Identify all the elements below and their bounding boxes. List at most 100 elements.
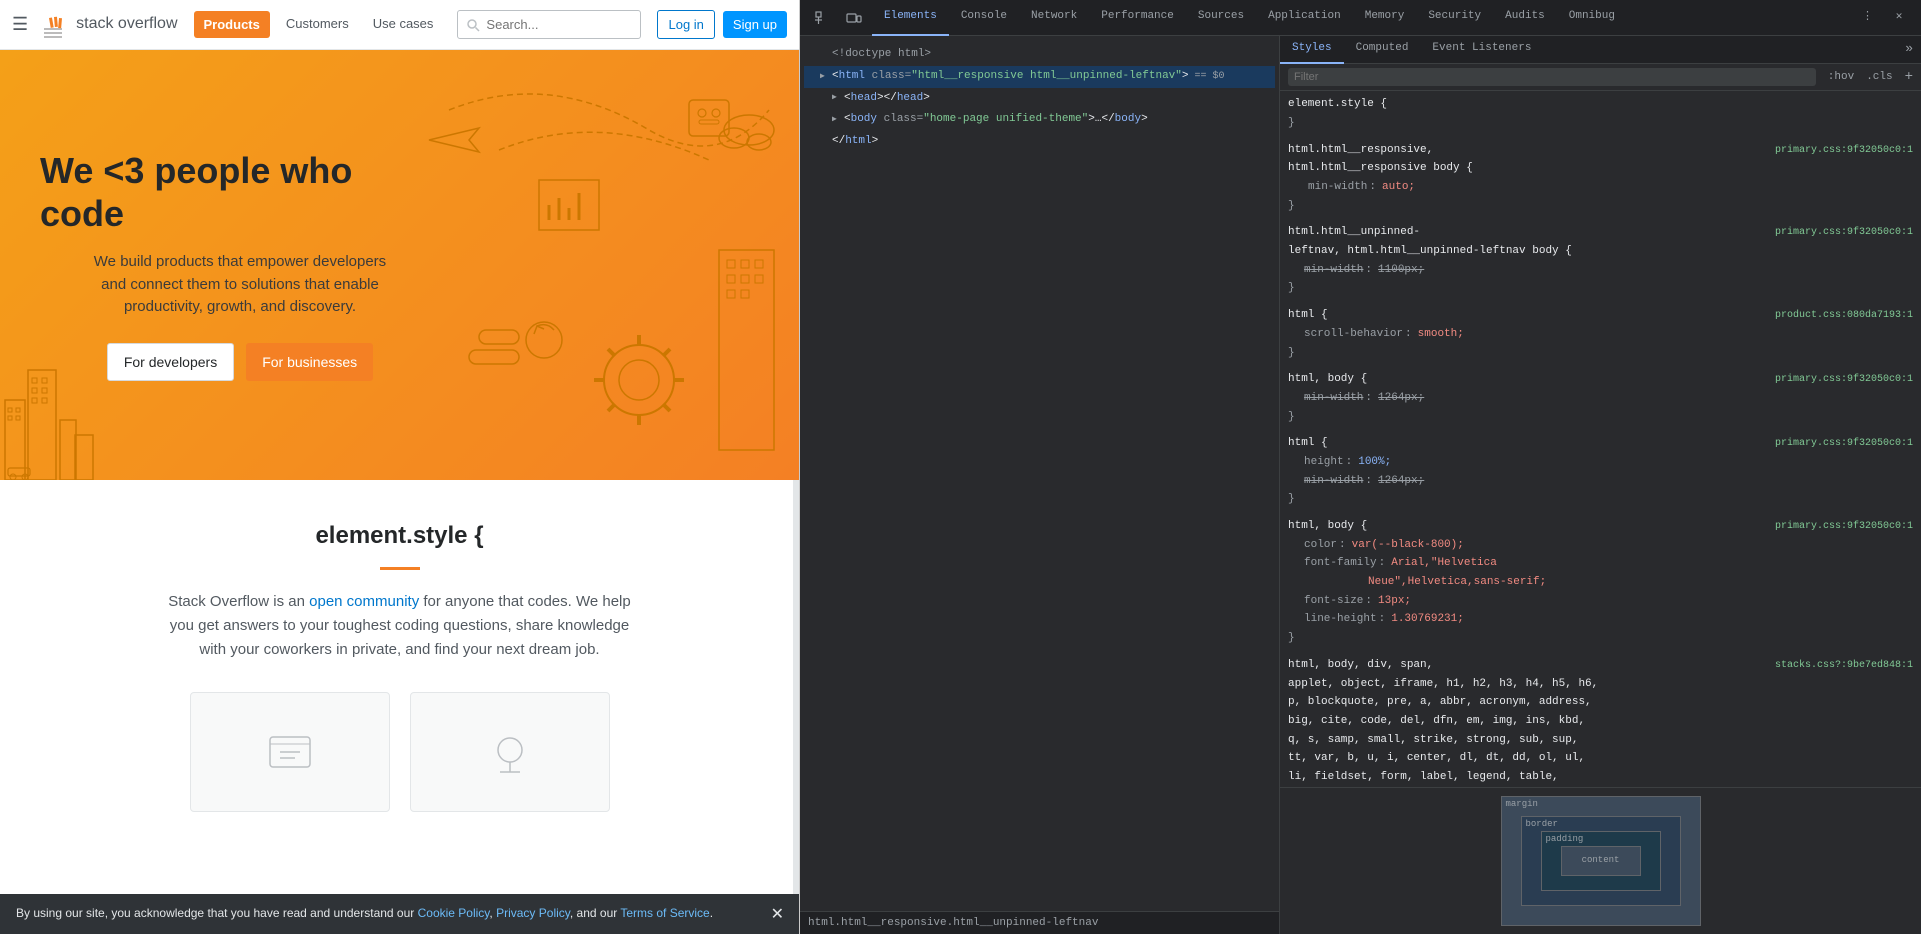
tab-sources[interactable]: Sources: [1186, 0, 1256, 36]
tab-network[interactable]: Network: [1019, 0, 1089, 36]
dom-line-head[interactable]: ▶ <head></head>: [804, 88, 1275, 110]
css-colon-6: :: [1346, 453, 1353, 472]
css-rule-responsive: html.html__responsive, primary.css:9f320…: [1288, 141, 1913, 216]
css-rule-unpinned: html.html__unpinned- primary.css:9f32050…: [1288, 223, 1913, 298]
css-selector-reset-text-6: tt, var, b, u, i, center, dl, dt, dd, ol…: [1288, 749, 1585, 768]
css-file-link-6[interactable]: primary.css:9f32050c0:1: [1775, 435, 1913, 452]
css-colon-3: :: [1365, 261, 1372, 280]
card-1: [190, 692, 390, 812]
main-content: element.style { Stack Overflow is an ope…: [0, 480, 799, 934]
tab-security[interactable]: Security: [1416, 0, 1493, 36]
privacy-policy-link[interactable]: Privacy Policy: [496, 906, 570, 920]
tab-omnibug[interactable]: Omnibug: [1557, 0, 1627, 36]
css-file-link-5[interactable]: primary.css:9f32050c0:1: [1775, 371, 1913, 388]
css-file-link-3[interactable]: primary.css:9f32050c0:1: [1775, 224, 1913, 241]
so-navbar: ☰ stack overflow Products Customers Use …: [0, 0, 799, 50]
cookie-policy-link[interactable]: Cookie Policy: [418, 906, 490, 920]
dom-content: <!doctype html> ▶ <html class="html__res…: [800, 36, 1279, 911]
css-selector-reset-text-2: applet, object, iframe, h1, h2, h3, h4, …: [1288, 675, 1598, 694]
dom-line-html[interactable]: ▶ <html class="html__responsive html__un…: [804, 66, 1275, 88]
css-tab-styles[interactable]: Styles: [1280, 36, 1344, 64]
css-cls-toggle[interactable]: .cls: [1862, 68, 1896, 86]
open-community-link[interactable]: open community: [309, 593, 419, 610]
signup-button[interactable]: Sign up: [723, 11, 787, 38]
css-prop-name-3: min-width: [1304, 261, 1363, 280]
dom-doctype-text: <!doctype html>: [832, 45, 931, 65]
css-tab-computed[interactable]: Computed: [1344, 36, 1421, 64]
dom-selected-indicator: == $0: [1195, 68, 1225, 86]
devtools-content: <!doctype html> ▶ <html class="html__res…: [800, 36, 1921, 934]
css-prop-minwidth-1264b: min-width: [1304, 472, 1363, 491]
cookie-close-button[interactable]: ✕: [771, 904, 784, 924]
css-prop-name: min-width: [1308, 178, 1367, 197]
css-filter-buttons: :hov .cls: [1824, 68, 1897, 86]
so-website-panel: ☰ stack overflow Products Customers Use …: [0, 0, 800, 934]
css-tab-event-listeners[interactable]: Event Listeners: [1420, 36, 1543, 64]
dom-line-body[interactable]: ▶ <body class="home-page unified-theme">…: [804, 109, 1275, 131]
css-selector-reset-text-5: q, s, samp, small, strike, strong, sub, …: [1288, 731, 1578, 750]
css-prop-line-minwidth-1100: min-width : 1100px;: [1288, 261, 1913, 280]
css-rule-html-body-base: html, body { primary.css:9f32050c0:1 col…: [1288, 517, 1913, 648]
css-selector-reset-7: li, fieldset, form, label, legend, table…: [1288, 768, 1913, 787]
css-selector-text-2: html.html__responsive,: [1288, 141, 1433, 160]
css-prop-font-family-cont: Neue",Helvetica,sans-serif;: [1288, 573, 1913, 592]
css-selector-reset-4: big, cite, code, del, dfn, em, img, ins,…: [1288, 712, 1913, 731]
dom-line-html-close[interactable]: </html>: [804, 131, 1275, 153]
css-close-brace-2: }: [1288, 197, 1295, 216]
css-close-line-7: }: [1288, 629, 1913, 648]
for-developers-button[interactable]: For developers: [107, 343, 234, 381]
for-businesses-button[interactable]: For businesses: [246, 343, 373, 381]
tab-memory[interactable]: Memory: [1353, 0, 1417, 36]
css-file-link-4[interactable]: product.css:080da7193:1: [1775, 307, 1913, 324]
css-prop-name-color: color: [1304, 536, 1337, 555]
css-prop-line-height: height : 100%;: [1288, 453, 1913, 472]
css-value-color: var(--black-800);: [1352, 536, 1464, 555]
hamburger-menu-icon[interactable]: ☰: [12, 13, 28, 36]
tab-elements[interactable]: Elements: [872, 0, 949, 36]
css-panel: Styles Computed Event Listeners » :hov .…: [1280, 36, 1921, 934]
css-selector-text-3b: leftnav, html.html__unpinned-leftnav bod…: [1288, 242, 1572, 261]
cookie-text-4: .: [710, 906, 713, 920]
css-close-line-3: }: [1288, 279, 1913, 298]
css-value-fontfamily: Arial,"Helvetica: [1391, 554, 1497, 573]
css-colon-7b: :: [1379, 554, 1386, 573]
css-filter-bar: :hov .cls +: [1280, 64, 1921, 91]
css-prop-line-minwidth-1264b: min-width : 1264px;: [1288, 472, 1913, 491]
css-file-link-7[interactable]: primary.css:9f32050c0:1: [1775, 518, 1913, 535]
tab-console[interactable]: Console: [949, 0, 1019, 36]
dom-triangle-html: ▶: [820, 70, 832, 84]
tab-audits[interactable]: Audits: [1493, 0, 1557, 36]
customers-nav-link[interactable]: Customers: [278, 12, 357, 37]
css-close-brace-4: }: [1288, 344, 1295, 363]
css-file-link-reset[interactable]: stacks.css?:9be7ed848:1: [1775, 657, 1913, 674]
devtools-more-button[interactable]: ⋮: [1854, 6, 1881, 28]
css-selector-text: element.style {: [1288, 95, 1387, 114]
dom-triangle-body: ▶: [832, 113, 844, 127]
css-colon-5: :: [1365, 389, 1372, 408]
dom-html-close-tag: </html>: [832, 132, 878, 152]
device-toggle-icon[interactable]: [840, 4, 868, 32]
css-selector-reset-text-4: big, cite, code, del, dfn, em, img, ins,…: [1288, 712, 1585, 731]
tab-performance[interactable]: Performance: [1089, 0, 1186, 36]
css-rule-scroll-behavior: html { product.css:080da7193:1 scroll-be…: [1288, 306, 1913, 362]
search-input[interactable]: [457, 10, 641, 39]
tab-application[interactable]: Application: [1256, 0, 1353, 36]
so-logo-text: stack overflow: [76, 14, 177, 35]
css-tabs-more-button[interactable]: »: [1897, 41, 1921, 58]
css-selector-line-3b: leftnav, html.html__unpinned-leftnav bod…: [1288, 242, 1913, 261]
css-add-rule-button[interactable]: +: [1905, 68, 1913, 86]
login-button[interactable]: Log in: [657, 10, 714, 39]
cookie-text-1: By using our site, you acknowledge that …: [16, 906, 418, 920]
css-file-link-2[interactable]: primary.css:9f32050c0:1: [1775, 142, 1913, 159]
css-prop-value-3: 1100px;: [1378, 261, 1424, 280]
dom-line-doctype[interactable]: <!doctype html>: [804, 44, 1275, 66]
devtools-settings-icon[interactable]: ✕: [1885, 4, 1913, 32]
css-filter-input[interactable]: [1288, 68, 1816, 86]
inspect-element-icon[interactable]: [808, 4, 836, 32]
tos-link[interactable]: Terms of Service: [620, 906, 709, 920]
use-cases-nav-link[interactable]: Use cases: [365, 12, 442, 37]
products-nav-button[interactable]: Products: [194, 11, 270, 38]
css-close-brace-6: }: [1288, 490, 1295, 509]
so-logo[interactable]: stack overflow: [40, 10, 177, 40]
css-hov-toggle[interactable]: :hov: [1824, 68, 1858, 86]
